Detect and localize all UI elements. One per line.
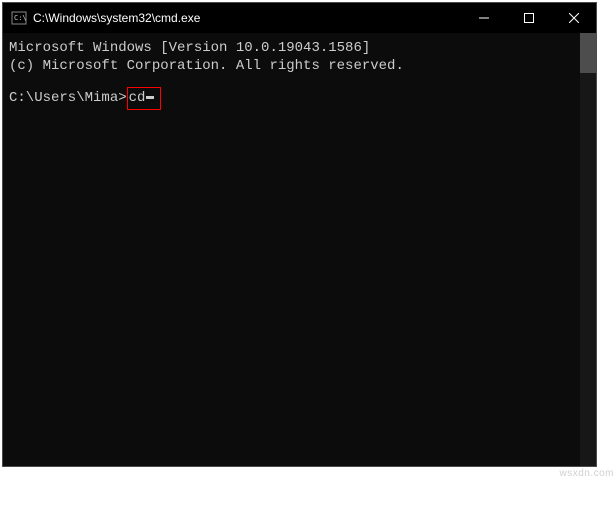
terminal-output-line: Microsoft Windows [Version 10.0.19043.15… [9, 39, 596, 57]
cmd-window: C:\ C:\Windows\system32\cmd.exe Microsof… [2, 2, 597, 467]
svg-text:C:\: C:\ [14, 14, 27, 22]
scrollbar[interactable] [580, 33, 596, 466]
cmd-icon: C:\ [11, 10, 27, 26]
typed-command: cd [129, 89, 146, 107]
scrollbar-thumb[interactable] [580, 33, 596, 73]
cursor-icon [146, 96, 154, 99]
close-button[interactable] [551, 3, 596, 33]
watermark-text: wsxdn.com [559, 468, 614, 479]
prompt-text: C:\Users\Mima> [9, 89, 127, 107]
titlebar[interactable]: C:\ C:\Windows\system32\cmd.exe [3, 3, 596, 33]
maximize-button[interactable] [506, 3, 551, 33]
terminal-output-line: (c) Microsoft Corporation. All rights re… [9, 57, 596, 75]
window-title: C:\Windows\system32\cmd.exe [33, 11, 461, 25]
terminal-body[interactable]: Microsoft Windows [Version 10.0.19043.15… [3, 33, 596, 466]
minimize-button[interactable] [461, 3, 506, 33]
prompt-line: C:\Users\Mima>cd [9, 87, 596, 109]
command-highlight: cd [127, 87, 162, 109]
window-controls [461, 3, 596, 33]
